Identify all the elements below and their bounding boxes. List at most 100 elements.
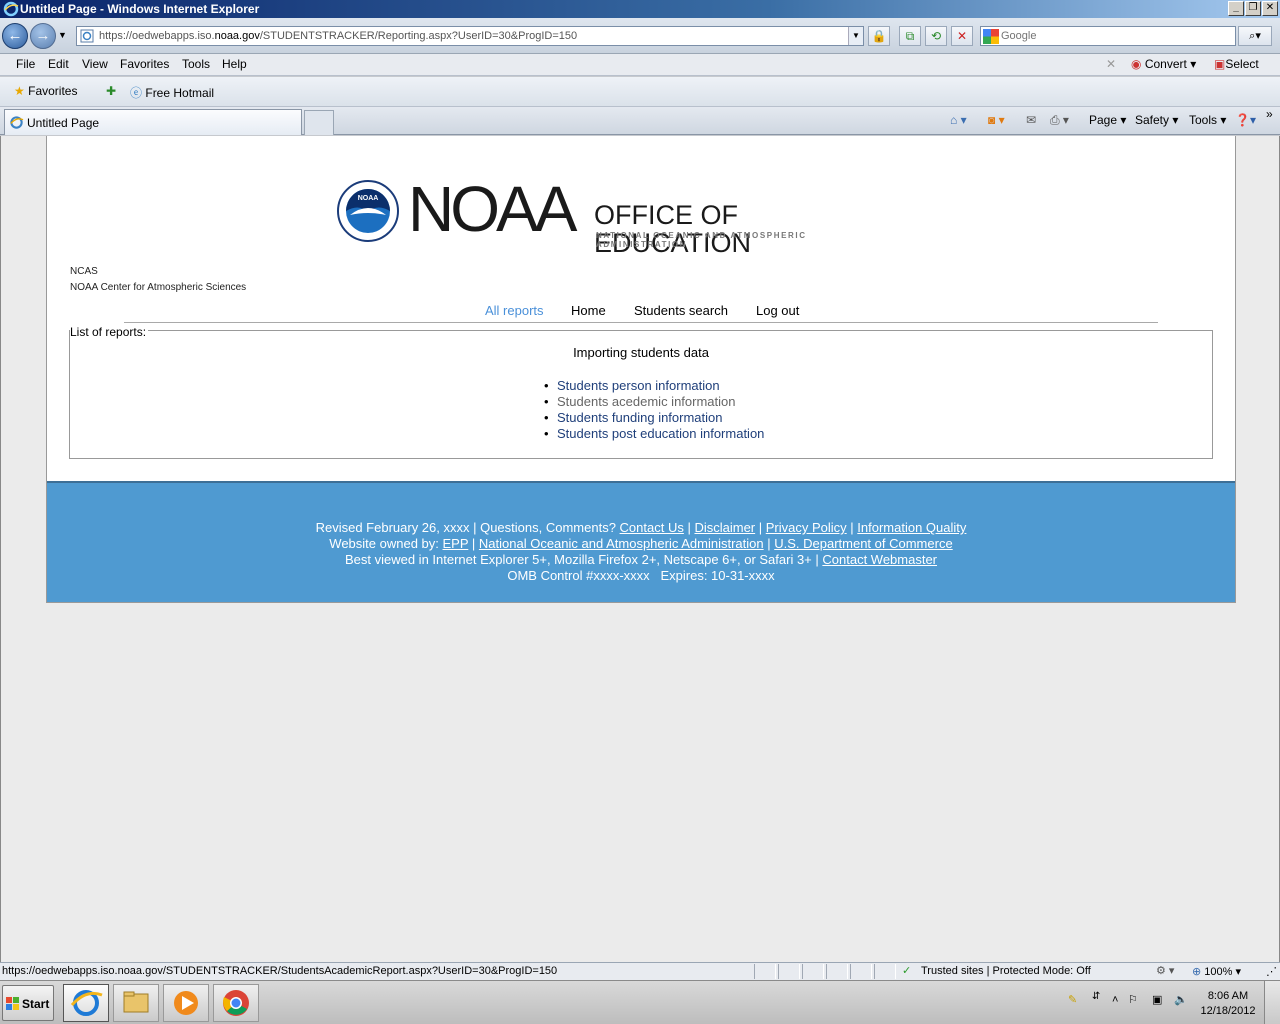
noaa-link[interactable]: National Oceanic and Atmospheric Adminis… (479, 536, 764, 551)
more-commands-icon[interactable]: » (1266, 107, 1273, 121)
status-segment (778, 964, 800, 979)
help-icon[interactable]: ❓▾ (1235, 113, 1256, 127)
search-input[interactable] (1001, 28, 1231, 44)
back-button[interactable]: ← (2, 23, 28, 49)
svg-text:NOAA: NOAA (358, 195, 379, 202)
network-icon[interactable]: ▣ (1152, 993, 1162, 1006)
nav-home[interactable]: Home (571, 303, 606, 318)
google-icon (983, 29, 999, 44)
org-full-name: NOAA Center for Atmospheric Sciences (70, 282, 247, 293)
report-link-academic[interactable]: Students acedemic information (557, 394, 735, 409)
taskbar-clock[interactable]: 8:06 AM 12/18/2012 (1196, 989, 1260, 1019)
contact-us-link[interactable]: Contact Us (620, 520, 684, 535)
clock-date: 12/18/2012 (1200, 1005, 1256, 1017)
footer-line-1: Revised February 26, xxxx | Questions, C… (47, 520, 1235, 536)
status-segment (850, 964, 872, 979)
address-bar[interactable]: https://oedwebapps.iso.noaa.gov/STUDENTS… (76, 26, 864, 46)
address-url[interactable]: https://oedwebapps.iso.noaa.gov/STUDENTS… (99, 27, 577, 45)
folder-icon (123, 991, 149, 1013)
list-item: • Students post education information (544, 426, 764, 441)
feeds-icon[interactable]: ◙ ▾ (988, 113, 1005, 127)
start-button[interactable]: Start (2, 985, 54, 1021)
menu-help[interactable]: Help (222, 57, 247, 71)
contact-webmaster-link[interactable]: Contact Webmaster (822, 552, 937, 567)
favorite-link-hotmail[interactable]: ⓔ Free Hotmail (130, 84, 214, 101)
menu-bar: File Edit View Favorites Tools Help ✕ ◉ … (0, 54, 1280, 76)
restore-button[interactable]: ❐ (1245, 1, 1261, 16)
resize-grip-icon[interactable]: ⋰ (1266, 965, 1277, 978)
tools-menu[interactable]: Tools ▾ (1189, 113, 1226, 127)
logo-subtitle: NATIONAL OCEANIC AND ATMOSPHERIC ADMINIS… (596, 231, 807, 249)
taskbar-explorer[interactable] (113, 984, 159, 1022)
search-box[interactable] (980, 26, 1236, 46)
menu-file[interactable]: File (16, 57, 35, 71)
disclaimer-link[interactable]: Disclaimer (694, 520, 755, 535)
add-favorite-icon[interactable]: ✚ (106, 84, 116, 98)
convert-button[interactable]: ◉ Convert ▾ (1131, 57, 1196, 71)
privacy-policy-link[interactable]: Privacy Policy (766, 520, 847, 535)
footer-separator: | (763, 536, 775, 551)
media-player-icon (174, 991, 198, 1015)
select-button[interactable]: ▣Select (1214, 57, 1259, 71)
search-button[interactable]: ⌕▾ (1238, 26, 1272, 46)
epp-link[interactable]: EPP (443, 536, 469, 551)
tab-title: Untitled Page (27, 116, 100, 130)
windows-flag-icon (6, 997, 19, 1010)
page-menu[interactable]: Page ▾ (1089, 113, 1126, 127)
security-zone-status[interactable]: Trusted sites | Protected Mode: Off (921, 965, 1091, 977)
show-desktop-button[interactable] (1264, 981, 1280, 1024)
action-center-flag-icon[interactable]: ⚐ (1128, 993, 1138, 1006)
new-tab-button[interactable] (304, 110, 334, 135)
zone-settings-icon[interactable]: ⚙ ▾ (1156, 964, 1174, 977)
favorites-button[interactable]: ★ Favorites (14, 84, 77, 98)
noaa-office-of-education-logo: NOAA NOAA OFFICE OF EDUCATION NATIONAL O… (336, 173, 896, 257)
volume-icon[interactable]: 🔈 (1174, 993, 1188, 1006)
status-segment (874, 964, 896, 979)
close-window-button[interactable]: ✕ (1262, 1, 1278, 16)
footer-separator: | (683, 520, 695, 535)
main-nav: All reports Home Students search Log out (124, 302, 1158, 323)
refresh-icon[interactable]: ⟲ (925, 26, 947, 46)
lock-icon[interactable]: 🔒 (868, 26, 890, 46)
address-dropdown[interactable]: ▼ (848, 27, 863, 45)
tab-untitled-page[interactable]: Untitled Page (4, 109, 302, 135)
home-icon[interactable]: ⌂ ▾ (950, 113, 967, 127)
recent-pages-dropdown[interactable]: ▼ (58, 30, 67, 40)
minimize-button[interactable]: _ (1228, 1, 1244, 16)
forward-button[interactable]: → (30, 23, 56, 49)
mail-icon[interactable]: ✉ (1026, 113, 1036, 127)
report-link-person[interactable]: Students person information (557, 378, 720, 393)
bullet: • (544, 378, 549, 393)
logo-noaa-text: NOAA (408, 173, 577, 245)
show-hidden-icons[interactable]: ˄ (1112, 994, 1118, 1006)
nav-students-search[interactable]: Students search (634, 303, 728, 318)
compatibility-view-icon[interactable]: ⧉ (899, 26, 921, 46)
close-toolbar-icon[interactable]: ✕ (1106, 57, 1116, 71)
nav-log-out[interactable]: Log out (756, 303, 799, 318)
report-link-post-education[interactable]: Students post education information (557, 426, 764, 441)
zoom-control[interactable]: ⊕ 100% ▾ (1192, 965, 1241, 978)
menu-favorites[interactable]: Favorites (120, 57, 169, 71)
page-icon (80, 29, 94, 43)
footer-owned-by-text: Website owned by: (329, 536, 443, 551)
taskbar-chrome[interactable] (213, 984, 259, 1022)
taskbar-media-player[interactable] (163, 984, 209, 1022)
doc-link[interactable]: U.S. Department of Commerce (774, 536, 952, 551)
footer-omb: OMB Control #xxxx-xxxx Expires: 10-31-xx… (507, 568, 775, 583)
stop-icon[interactable]: ✕ (951, 26, 973, 46)
print-icon[interactable]: ⎙ ▾ (1050, 113, 1069, 128)
org-short-name: NCAS (70, 266, 98, 277)
pen-icon[interactable]: ✎ (1068, 993, 1077, 1006)
menu-tools[interactable]: Tools (182, 57, 210, 71)
footer-line-3: Best viewed in Internet Explorer 5+, Moz… (47, 552, 1235, 568)
report-link-funding[interactable]: Students funding information (557, 410, 723, 425)
safety-menu[interactable]: Safety ▾ (1135, 113, 1178, 127)
input-indicator-icon[interactable]: ⇵ (1092, 991, 1100, 1002)
nav-all-reports[interactable]: All reports (485, 303, 544, 318)
menu-edit[interactable]: Edit (48, 57, 69, 71)
information-quality-link[interactable]: Information Quality (857, 520, 966, 535)
zoom-icon: ⊕ (1192, 966, 1202, 978)
taskbar-internet-explorer[interactable] (63, 984, 109, 1022)
menu-view[interactable]: View (82, 57, 108, 71)
list-item: • Students funding information (544, 410, 723, 425)
